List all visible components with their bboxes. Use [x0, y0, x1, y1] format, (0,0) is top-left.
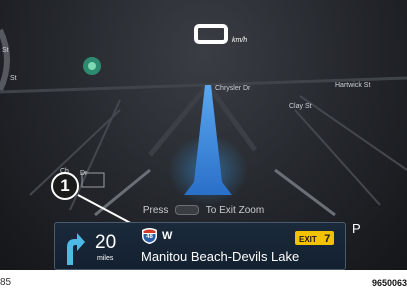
zoom-hint: Press To Exit Zoom: [0, 205, 407, 216]
hint-press-text: Press: [142, 205, 169, 216]
interstate-shield-icon: 48: [141, 227, 158, 244]
navigation-display: St St Chrysler Dr Hartwick St Clay St Ch…: [0, 0, 407, 270]
speed-unit: km/h: [232, 37, 248, 44]
figure-code: 9650063: [371, 278, 407, 288]
route-direction: W: [162, 230, 173, 242]
zoom-key-icon: [175, 205, 200, 216]
hint-action-text: To Exit Zoom: [205, 205, 265, 216]
shield-number: 48: [146, 234, 153, 240]
street-label: Dr: [80, 170, 88, 177]
map-road: [294, 109, 381, 206]
distance-value: 20: [95, 232, 117, 253]
exit-badge: EXIT 7: [295, 231, 335, 245]
exit-label: EXIT: [299, 235, 317, 244]
street-label: St: [2, 47, 9, 54]
speedometer-digit: [194, 24, 228, 44]
exit-number: 7: [324, 233, 331, 245]
destination-name: Manitou Beach-Devils Lake: [141, 249, 300, 264]
turn-arrow-icon: [67, 233, 85, 265]
street-label: St: [10, 75, 17, 82]
callout-marker: 1: [51, 172, 79, 200]
street-label: Chrysler Dr: [215, 85, 251, 92]
map-road-edge: [0, 28, 10, 92]
street-label: Hartwick St: [335, 82, 371, 89]
gear-indicator: P: [352, 221, 361, 236]
distance-unit: miles: [97, 255, 114, 262]
turn-guidance-banner: 20 miles 48 W EXIT 7 Manitou Beach-Devil…: [54, 222, 346, 270]
page-number: 85: [0, 277, 12, 288]
street-label: Clay St: [289, 103, 312, 110]
